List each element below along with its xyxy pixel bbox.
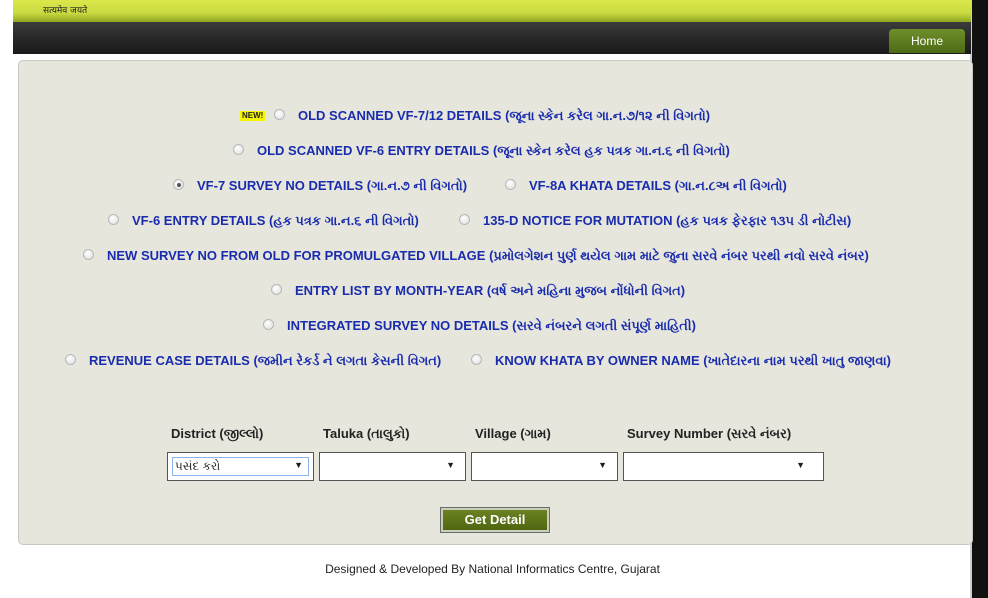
option-vf7-survey-no[interactable]: VF-7 SURVEY NO DETAILS (ગા.ન.૭ ની વિગતો): [173, 178, 493, 196]
site-header-banner: सत्यमेव जयते: [13, 0, 971, 22]
option-label: 135-D NOTICE FOR MUTATION: [483, 213, 673, 228]
radio-button[interactable]: [263, 319, 274, 330]
radio-button[interactable]: [83, 249, 94, 260]
radio-button[interactable]: [471, 354, 482, 365]
footer-credit: Designed & Developed By National Informa…: [325, 562, 660, 576]
chevron-down-icon: ▼: [446, 460, 455, 470]
radio-button[interactable]: [505, 179, 516, 190]
survey-number-select-value: [628, 457, 819, 476]
option-label-gujarati: (જૂના સ્કેન કરેલ હક પત્રક ગા.ન.૬ ની વિગત…: [492, 143, 730, 158]
option-label-gujarati: (વર્ષ અને મહિના મુજબ નોંધોની વિગત): [486, 283, 686, 298]
header-motto: सत्यमेव जयते: [43, 6, 88, 16]
radio-button[interactable]: [271, 284, 282, 295]
chevron-down-icon: ▼: [598, 460, 607, 470]
option-label-gujarati: (હક પત્રક ગા.ન.૬ ની વિગતો): [269, 213, 419, 228]
radio-button-selected[interactable]: [173, 179, 184, 190]
chevron-down-icon: ▼: [294, 460, 303, 470]
home-tab[interactable]: Home: [889, 29, 965, 53]
survey-number-label: Survey Number (સરવે નંબર): [627, 426, 792, 441]
option-vf8a-khata[interactable]: VF-8A KHATA DETAILS (ગા.ન.૮અ ની વિગતો): [505, 178, 815, 196]
option-label: VF-6 ENTRY DETAILS: [132, 213, 266, 228]
option-integrated-survey-no[interactable]: INTEGRATED SURVEY NO DETAILS (સરવે નંબરન…: [263, 318, 723, 336]
option-label-gujarati: (જમીન રેકર્ડ ને લગતા કેસની વિગત): [253, 353, 442, 368]
option-old-scanned-vf6[interactable]: OLD SCANNED VF-6 ENTRY DETAILS (જૂના સ્ક…: [233, 143, 753, 161]
option-vf6-entry[interactable]: VF-6 ENTRY DETAILS (હક પત્રક ગા.ન.૬ ની વ…: [108, 213, 448, 231]
option-label-gujarati: (ગા.ન.૭ ની વિગતો): [366, 178, 468, 193]
option-label: OLD SCANNED VF-6 ENTRY DETAILS: [257, 143, 490, 158]
page-left-margin: [0, 0, 13, 598]
option-label: ENTRY LIST BY MONTH-YEAR: [295, 283, 484, 298]
option-label: NEW SURVEY NO FROM OLD FOR PROMULGATED V…: [107, 248, 486, 263]
option-label-gujarati: (હક પત્રક ફેરફાર ૧૩૫ ડી નોટીસ): [676, 213, 852, 228]
village-select-value: [476, 457, 613, 476]
village-select[interactable]: ▼: [471, 452, 618, 481]
get-detail-button[interactable]: Get Detail: [440, 507, 550, 533]
option-label: KNOW KHATA BY OWNER NAME: [495, 353, 700, 368]
chevron-down-icon: ▼: [796, 460, 805, 470]
radio-button[interactable]: [233, 144, 244, 155]
radio-button[interactable]: [459, 214, 470, 225]
option-label-gujarati: (ગા.ન.૮અ ની વિગતો): [674, 178, 787, 193]
radio-button[interactable]: [108, 214, 119, 225]
new-badge: NEW!: [240, 111, 266, 121]
option-label-gujarati: (પ્રમોલગેશન પુર્ણ થયેલ ગામ માટે જુના સરવ…: [489, 248, 869, 263]
option-label: VF-8A KHATA DETAILS: [529, 178, 672, 193]
navigation-bar: Home: [13, 22, 971, 54]
district-label: District (જીલ્લો): [171, 426, 264, 441]
option-new-survey-from-old[interactable]: NEW SURVEY NO FROM OLD FOR PROMULGATED V…: [83, 248, 903, 266]
option-label-gujarati: (જૂના સ્કેન કરેલ ગા.ન.૭/૧૨ ની વિગતો): [505, 108, 711, 123]
option-label: INTEGRATED SURVEY NO DETAILS: [287, 318, 509, 333]
option-label-gujarati: (સરવે નંબરને લગતી સંપૂર્ણ માહિતી): [512, 318, 696, 333]
district-select[interactable]: પસંદ કરો ▼: [167, 452, 314, 481]
taluka-label: Taluka (તાલુકો): [323, 426, 410, 441]
taluka-select-value: [324, 457, 461, 476]
option-know-khata-by-owner[interactable]: KNOW KHATA BY OWNER NAME (ખાતેદારના નામ …: [471, 353, 926, 371]
village-label: Village (ગામ): [475, 426, 551, 441]
radio-button[interactable]: [65, 354, 76, 365]
option-revenue-case[interactable]: REVENUE CASE DETAILS (જમીન રેકર્ડ ને લગત…: [65, 353, 460, 371]
radio-button[interactable]: [274, 109, 285, 120]
option-entry-list-month-year[interactable]: ENTRY LIST BY MONTH-YEAR (વર્ષ અને મહિના…: [271, 283, 721, 301]
option-label: VF-7 SURVEY NO DETAILS: [197, 178, 364, 193]
survey-number-select[interactable]: ▼: [623, 452, 824, 481]
option-label-gujarati: (ખાતેદારના નામ પરથી ખાતુ જાણવા): [703, 353, 891, 368]
taluka-select[interactable]: ▼: [319, 452, 466, 481]
district-select-value: પસંદ કરો: [172, 457, 309, 476]
option-label: REVENUE CASE DETAILS: [89, 353, 250, 368]
option-old-scanned-vf712[interactable]: OLD SCANNED VF-7/12 DETAILS (જૂના સ્કેન …: [274, 108, 744, 126]
option-label: OLD SCANNED VF-7/12 DETAILS: [298, 108, 502, 123]
option-135d-notice[interactable]: 135-D NOTICE FOR MUTATION (હક પત્રક ફેરફ…: [459, 213, 879, 231]
